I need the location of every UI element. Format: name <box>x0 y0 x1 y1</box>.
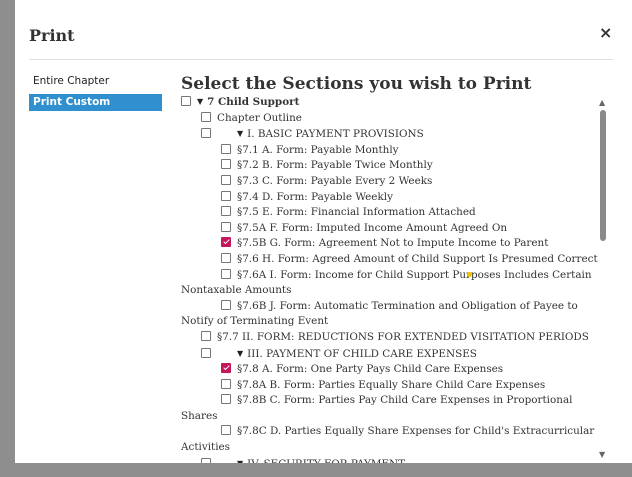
tree-item: §7.8A B. Form: Parties Equally Share Chi… <box>181 378 601 394</box>
tree-item-checkbox[interactable] <box>221 174 231 185</box>
tree-item: §7.5 E. Form: Financial Information Atta… <box>181 205 601 221</box>
divider <box>29 59 613 60</box>
expand-triangle-icon[interactable]: ▼ <box>217 346 243 362</box>
section-tree: ▼ 7 Child Support Chapter Outline ▼ I. BASIC… <box>181 94 601 463</box>
tree-item-label: §7.4 D. Form: Payable Weekly <box>237 190 393 203</box>
print-dialog: Print × Entire Chapter Print Custom Sele… <box>15 0 632 463</box>
tree-item: §7.7 II. FORM: REDUCTIONS FOR EXTENDED V… <box>181 330 601 346</box>
expand-triangle-icon[interactable]: ▼ <box>197 94 203 110</box>
expand-triangle-icon[interactable]: ▼ <box>217 126 243 142</box>
tree-item-checkbox[interactable] <box>221 299 231 310</box>
tree-item: §7.6B J. Form: Automatic Termination and… <box>181 299 601 330</box>
tree-item: §7.5A F. Form: Imputed Income Amount Agr… <box>181 221 601 237</box>
tree-item-label: §7.5B G. Form: Agreement Not to Impute I… <box>237 237 549 250</box>
tree-item-label: §7.6A I. Form: Income for Child Support … <box>181 268 592 297</box>
tree-item-label: §7.6 H. Form: Agreed Amount of Child Sup… <box>237 252 598 265</box>
triangle-up-icon[interactable]: ▲ <box>599 98 605 107</box>
dialog-title: Print <box>29 26 75 45</box>
tree-item-label: 7 Child Support <box>207 96 300 108</box>
tree-item-label: §7.8C D. Parties Equally Share Expenses … <box>181 425 595 454</box>
tree-item: ▼ IV. SECURITY FOR PAYMENT <box>181 456 601 463</box>
tree-item-checkbox[interactable] <box>221 237 231 248</box>
tree-item: §7.6A I. Form: Income for Child Support … <box>181 268 601 299</box>
tree-item-label: §7.5A F. Form: Imputed Income Amount Agr… <box>237 221 508 234</box>
tree-item-checkbox[interactable] <box>181 96 191 106</box>
tree-item-label: §7.5 E. Form: Financial Information Atta… <box>237 206 476 219</box>
tree-item: ▼ I. BASIC PAYMENT PROVISIONS <box>181 126 601 143</box>
tree-item-label: IV. SECURITY FOR PAYMENT <box>247 458 405 463</box>
expand-triangle-icon[interactable]: ▼ <box>217 456 243 463</box>
tree-item-checkbox[interactable] <box>201 128 211 139</box>
tree-item: Chapter Outline <box>181 111 601 127</box>
triangle-down-icon[interactable]: ▼ <box>599 450 605 459</box>
tree-item-checkbox[interactable] <box>221 425 231 436</box>
cursor-highlight <box>467 272 472 277</box>
tree-item-checkbox[interactable] <box>201 347 211 358</box>
scrollbar[interactable]: ▲ ▼ <box>596 96 610 462</box>
tree-item-label: §7.3 C. Form: Payable Every 2 Weeks <box>237 174 433 187</box>
tree-item-checkbox[interactable] <box>221 394 231 405</box>
tree-item-checkbox[interactable] <box>221 363 231 374</box>
nav-print-custom-selection[interactable]: Print Custom Selection <box>29 94 162 125</box>
tree-item-checkbox[interactable] <box>221 268 231 279</box>
tree-item: §7.2 B. Form: Payable Twice Monthly <box>181 158 601 174</box>
tree-item: §7.3 C. Form: Payable Every 2 Weeks <box>181 174 601 190</box>
scrollbar-thumb[interactable] <box>600 110 606 241</box>
tree-item: §7.8 A. Form: One Party Pays Child Care … <box>181 362 601 378</box>
tree-item-label: §7.6B J. Form: Automatic Termination and… <box>181 299 578 328</box>
tree-item-label: III. PAYMENT OF CHILD CARE EXPENSES <box>247 347 477 360</box>
tree-item-checkbox[interactable] <box>221 252 231 263</box>
tree-item-label: §7.8 A. Form: One Party Pays Child Care … <box>237 363 504 376</box>
tree-item-label: §7.1 A. Form: Payable Monthly <box>237 143 399 156</box>
tree-item: ▼ 7 Child Support <box>181 94 601 111</box>
tree-item: ▼ III. PAYMENT OF CHILD CARE EXPENSES <box>181 346 601 363</box>
section-heading: Select the Sections you wish to Print <box>181 74 532 94</box>
tree-item-label: §7.2 B. Form: Payable Twice Monthly <box>237 159 433 172</box>
nav-entire-chapter[interactable]: Entire Chapter <box>29 73 113 90</box>
tree-item-checkbox[interactable] <box>221 143 231 154</box>
tree-item-checkbox[interactable] <box>201 330 211 341</box>
tree-item-label: §7.8A B. Form: Parties Equally Share Chi… <box>237 378 546 391</box>
tree-item-label: §7.8B C. Form: Parties Pay Child Care Ex… <box>181 394 573 422</box>
tree-item-label: Chapter Outline <box>217 111 302 124</box>
tree-item-label: §7.7 II. FORM: REDUCTIONS FOR EXTENDED V… <box>217 330 589 343</box>
close-icon[interactable]: × <box>599 23 612 43</box>
tree-item: §7.6 H. Form: Agreed Amount of Child Sup… <box>181 252 601 268</box>
tree-item: §7.5B G. Form: Agreement Not to Impute I… <box>181 236 601 252</box>
tree-item: §7.8B C. Form: Parties Pay Child Care Ex… <box>181 393 601 424</box>
tree-item-checkbox[interactable] <box>221 378 231 389</box>
tree-item: §7.1 A. Form: Payable Monthly <box>181 143 601 159</box>
tree-item-checkbox[interactable] <box>201 111 211 122</box>
tree-item-checkbox[interactable] <box>201 457 211 463</box>
tree-item-checkbox[interactable] <box>221 221 231 232</box>
tree-item: §7.8C D. Parties Equally Share Expenses … <box>181 424 601 455</box>
tree-item-label: I. BASIC PAYMENT PROVISIONS <box>247 128 424 141</box>
tree-item: §7.4 D. Form: Payable Weekly <box>181 190 601 206</box>
tree-item-checkbox[interactable] <box>221 206 231 217</box>
tree-item-checkbox[interactable] <box>221 159 231 170</box>
tree-item-checkbox[interactable] <box>221 190 231 201</box>
